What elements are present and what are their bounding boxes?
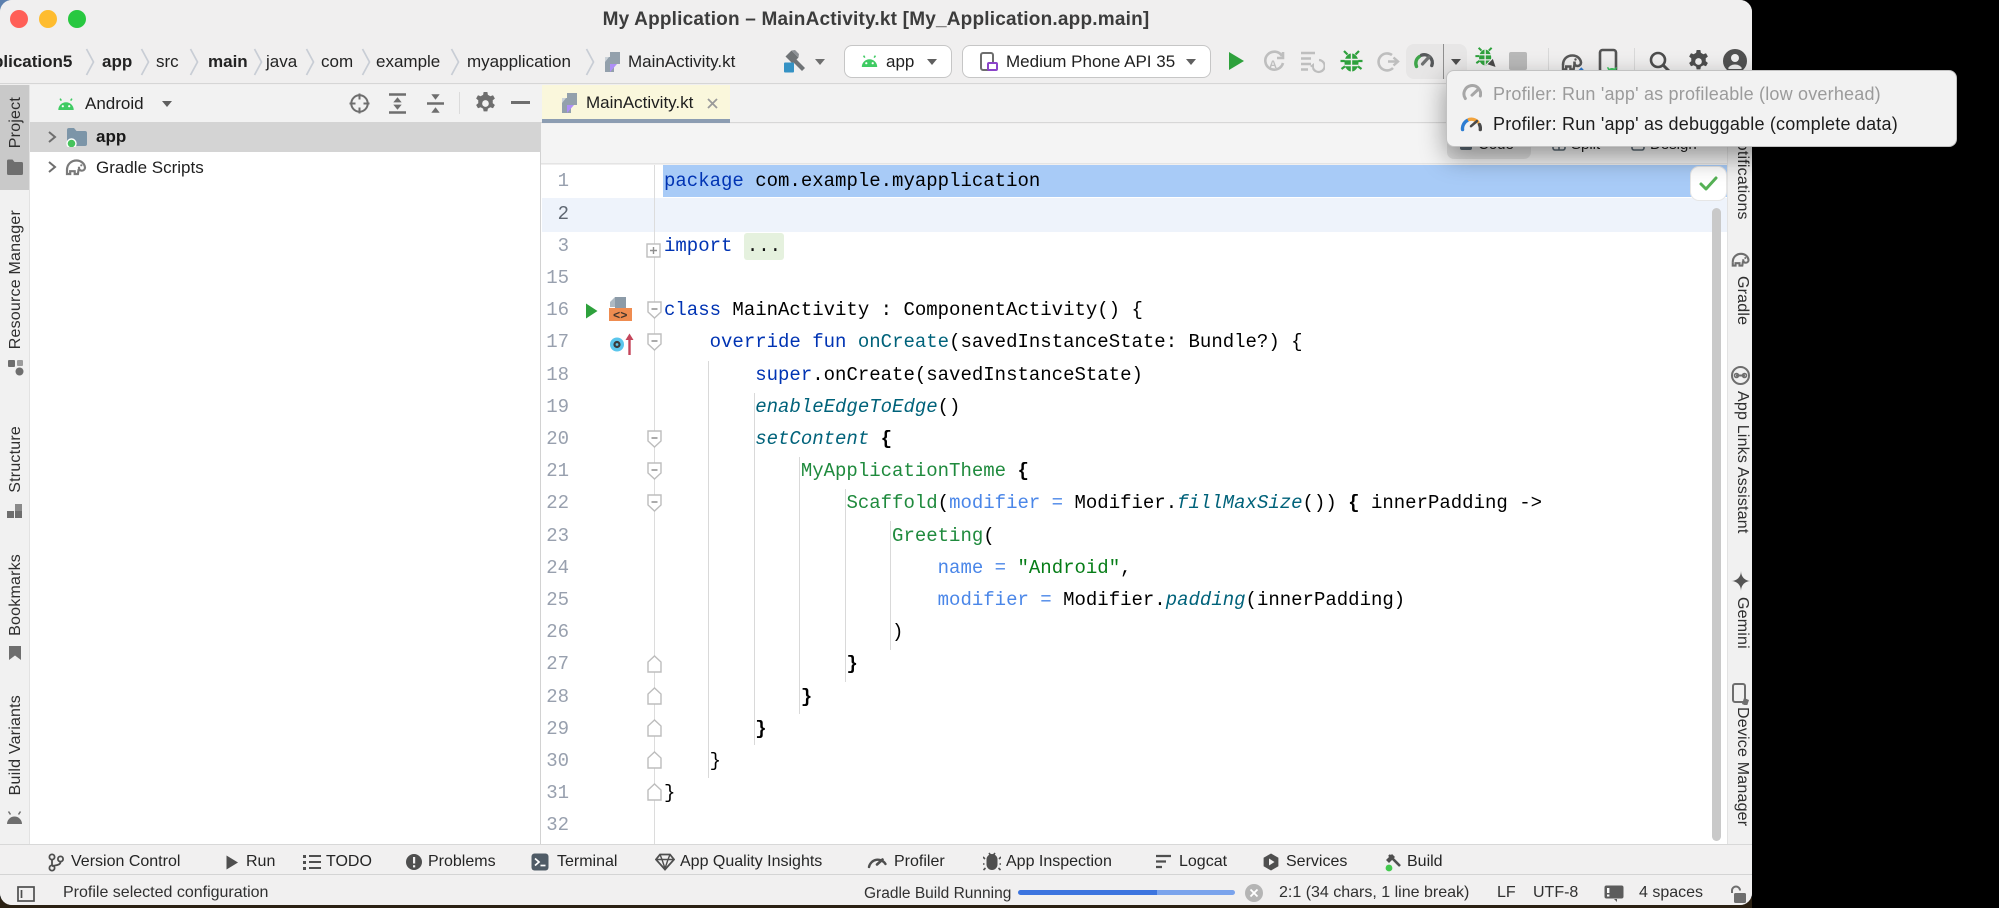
svg-text:<>: <> xyxy=(613,309,627,323)
svg-text:A: A xyxy=(1269,59,1277,71)
